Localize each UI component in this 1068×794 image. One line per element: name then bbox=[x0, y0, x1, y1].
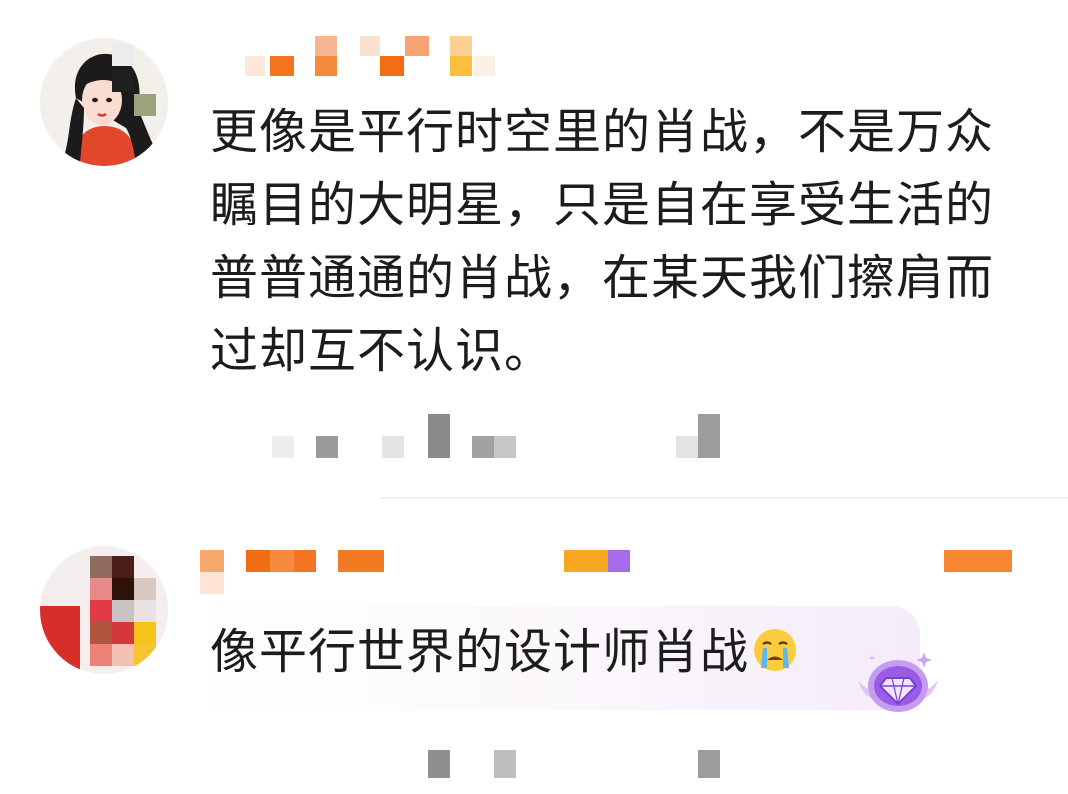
commenter-username-pixelated[interactable] bbox=[200, 544, 1040, 594]
comment-item-1: 更像是平行时空里的肖战，不是万众瞩目的大明星，只是自在享受生活的普普通通的肖战，… bbox=[0, 0, 1068, 500]
purple-diamond-badge-icon bbox=[858, 652, 938, 712]
comment-text-content: 像平行世界的设计师肖战 bbox=[210, 624, 750, 680]
crying-face-icon bbox=[754, 629, 797, 671]
illustrated-girl-avatar-icon bbox=[40, 38, 168, 166]
comment-text: 更像是平行时空里的肖战，不是万众瞩目的大明星，只是自在享受生活的普普通通的肖战，… bbox=[210, 104, 995, 379]
commenter-username-pixelated[interactable] bbox=[245, 36, 505, 76]
comment-meta-pixelated bbox=[210, 414, 730, 458]
comment-meta-pixelated bbox=[210, 750, 730, 794]
comment-item-2: 像平行世界的设计师肖战 bbox=[0, 520, 1068, 778]
comment-divider bbox=[380, 497, 1068, 499]
pixelated-avatar-icon bbox=[40, 546, 168, 674]
comment-text: 像平行世界的设计师肖战 bbox=[210, 616, 850, 689]
commenter-avatar[interactable] bbox=[40, 38, 168, 166]
commenter-avatar[interactable] bbox=[40, 546, 168, 674]
